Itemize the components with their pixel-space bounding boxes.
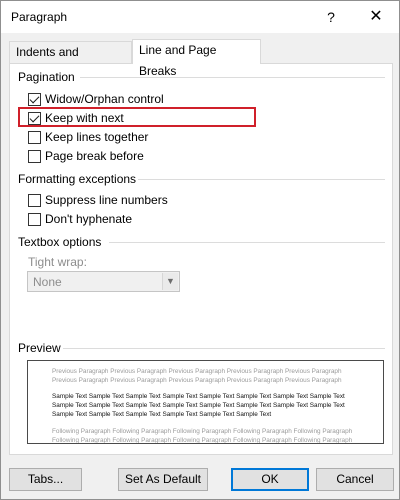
dont-hyphenate-label: Don't hyphenate <box>45 212 133 226</box>
keep-with-next-highlight <box>18 107 256 127</box>
dont-hyphenate-option[interactable]: Don't hyphenate <box>28 211 132 227</box>
keep-lines-together-label: Keep lines together <box>45 130 149 144</box>
pagination-divider <box>80 77 385 78</box>
help-button[interactable]: ? <box>319 6 343 28</box>
preview-following-paragraph: Following Paragraph Following Paragraph … <box>52 428 353 444</box>
preview-previous-paragraph: Previous Paragraph Previous Paragraph Pr… <box>52 368 342 385</box>
dont-hyphenate-checkbox[interactable] <box>28 212 41 226</box>
page-break-before-checkbox[interactable] <box>28 149 41 163</box>
window-title: Paragraph <box>11 10 68 24</box>
preview-sample-text: Sample Text Sample Text Sample Text Samp… <box>52 393 345 419</box>
keep-lines-together-checkbox[interactable] <box>28 130 41 144</box>
set-as-default-button[interactable]: Set As Default <box>118 468 208 491</box>
widow-orphan-control-checkbox[interactable] <box>28 92 41 106</box>
page-break-before-option[interactable]: Page break before <box>28 148 144 164</box>
formatting-exceptions-divider <box>138 179 385 180</box>
tab-line-and-page-breaks[interactable]: Line and Page Breaks <box>132 39 261 78</box>
close-button[interactable]: ✕ <box>363 6 389 28</box>
pagination-heading: Pagination <box>18 70 75 84</box>
tight-wrap-value: None <box>33 275 62 289</box>
textbox-options-divider <box>109 242 385 243</box>
suppress-line-numbers-checkbox[interactable] <box>28 193 41 207</box>
widow-orphan-control-label: Widow/Orphan control <box>45 92 164 106</box>
preview-box: Previous Paragraph Previous Paragraph Pr… <box>27 360 384 444</box>
paragraph-dialog: Paragraph ? ✕ Indents and Spacing Line a… <box>0 0 400 500</box>
preview-divider <box>63 348 385 349</box>
tab-indents-and-spacing[interactable]: Indents and Spacing <box>9 41 132 80</box>
textbox-options-heading: Textbox options <box>18 235 102 249</box>
ok-button[interactable]: OK <box>231 468 309 491</box>
formatting-exceptions-heading: Formatting exceptions <box>18 172 137 186</box>
page-break-before-label: Page break before <box>45 149 144 163</box>
preview-heading: Preview <box>18 341 61 355</box>
title-bar: Paragraph ? ✕ <box>1 1 399 33</box>
keep-lines-together-option[interactable]: Keep lines together <box>28 129 148 145</box>
tabs-button[interactable]: Tabs... <box>9 468 82 491</box>
tight-wrap-label: Tight wrap: <box>28 255 87 269</box>
chevron-down-icon[interactable]: ▼ <box>162 273 178 290</box>
tight-wrap-select[interactable]: None ▼ <box>27 271 180 292</box>
suppress-line-numbers-option[interactable]: Suppress line numbers <box>28 192 168 208</box>
cancel-button[interactable]: Cancel <box>316 468 394 491</box>
widow-orphan-control-option[interactable]: Widow/Orphan control <box>28 91 164 107</box>
suppress-line-numbers-label: Suppress line numbers <box>45 193 168 207</box>
